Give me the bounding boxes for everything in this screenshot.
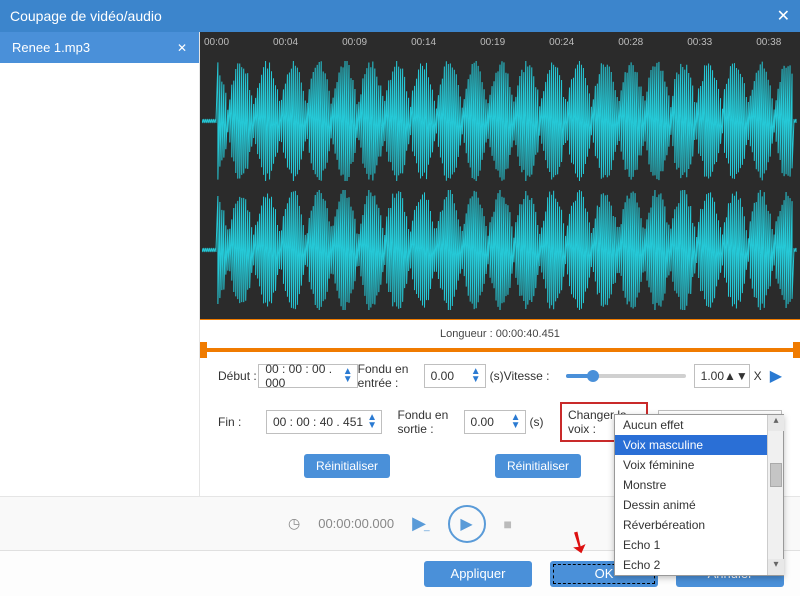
voice-option[interactable]: Echo 2 bbox=[615, 555, 783, 575]
ruler-tick: 00:19 bbox=[480, 37, 505, 48]
start-time-input[interactable]: 00 : 00 : 00 . 000 ▲▼ bbox=[258, 364, 357, 388]
end-time-input[interactable]: 00 : 00 : 40 . 451 ▲▼ bbox=[266, 410, 382, 434]
file-item[interactable]: Renee 1.mp3 ✕ bbox=[0, 32, 199, 63]
spinner-arrows-icon[interactable]: ▲▼ bbox=[511, 414, 521, 430]
voice-dropdown[interactable]: Aucun effetVoix masculineVoix féminineMo… bbox=[614, 414, 784, 576]
ruler-tick: 00:04 bbox=[273, 37, 298, 48]
ruler-tick: 00:09 bbox=[342, 37, 367, 48]
apply-button[interactable]: Appliquer bbox=[424, 561, 532, 587]
ruler-tick: 00:24 bbox=[549, 37, 574, 48]
body: Renee 1.mp3 ✕ 00:0000:0400:0900:1400:190… bbox=[0, 32, 800, 496]
timeline-ruler[interactable]: 00:00 00:04 00:09 00:14 00:19 00:24 00:28 00:33… bbox=[200, 32, 800, 52]
controls: Début : 00 : 00 : 00 . 000 ▲▼ Fondu en e… bbox=[200, 352, 800, 490]
voice-option[interactable]: Monstre bbox=[615, 475, 783, 495]
ruler-tick: 00:38 bbox=[756, 37, 781, 48]
reset-fade-button[interactable]: Réinitialiser bbox=[495, 454, 581, 478]
playhead-time: 00:00:00.000 bbox=[318, 516, 394, 531]
voice-option[interactable]: Aucun effet bbox=[615, 415, 783, 435]
fadeout-label: Fondu en sortie : bbox=[398, 408, 464, 436]
fadein-label: Fondu en entrée : bbox=[358, 362, 424, 390]
clock-icon: ◷ bbox=[288, 515, 300, 532]
file-name: Renee 1.mp3 bbox=[12, 40, 90, 55]
voice-option[interactable]: Echo 1 bbox=[615, 535, 783, 555]
waveform-bottom bbox=[202, 190, 798, 310]
scroll-down-icon[interactable]: ▾ bbox=[768, 559, 784, 575]
waveform-top bbox=[202, 61, 798, 181]
seconds-unit: (s) bbox=[490, 369, 504, 383]
voice-option[interactable]: Voix féminine bbox=[615, 455, 783, 475]
window-title: Coupage de vidéo/audio bbox=[10, 8, 162, 24]
voice-option[interactable]: Voix masculine bbox=[615, 435, 783, 455]
speed-value-input[interactable]: 1.00 ▲▼ bbox=[694, 364, 750, 388]
close-icon[interactable]: ✕ bbox=[777, 6, 790, 26]
voice-option[interactable]: Dessin animé bbox=[615, 495, 783, 515]
dropdown-scrollbar[interactable]: ▴ ▾ bbox=[767, 415, 783, 575]
ruler-tick: 00:00 bbox=[204, 37, 229, 48]
sidebar: Renee 1.mp3 ✕ bbox=[0, 32, 200, 496]
go-start-icon[interactable]: ▶_ bbox=[412, 513, 429, 534]
seconds-unit: (s) bbox=[530, 415, 544, 429]
main-panel: 00:00 00:04 00:09 00:14 00:19 00:24 00:28 00:33… bbox=[200, 32, 800, 496]
ruler-tick: 00:14 bbox=[411, 37, 436, 48]
spinner-arrows-icon[interactable]: ▲▼ bbox=[343, 368, 353, 384]
start-label: Début : bbox=[218, 369, 258, 383]
spinner-arrows-icon[interactable]: ▲▼ bbox=[367, 414, 377, 430]
scroll-thumb[interactable] bbox=[770, 463, 782, 487]
titlebar: Coupage de vidéo/audio ✕ bbox=[0, 0, 800, 32]
fadeout-input[interactable]: 0.00 ▲▼ bbox=[464, 410, 526, 434]
spinner-arrows-icon[interactable]: ▲▼ bbox=[471, 368, 481, 384]
ruler-tick: 00:28 bbox=[618, 37, 643, 48]
speed-suffix: X bbox=[754, 369, 762, 383]
reset-time-button[interactable]: Réinitialiser bbox=[304, 454, 390, 478]
voice-option[interactable]: Réverbéreation bbox=[615, 515, 783, 535]
speed-label: Vitesse : bbox=[504, 369, 558, 383]
end-label: Fin : bbox=[218, 415, 266, 429]
waveform-area[interactable] bbox=[200, 52, 800, 320]
scroll-up-icon[interactable]: ▴ bbox=[768, 415, 784, 431]
play-button[interactable]: ▶ bbox=[448, 505, 486, 543]
fadein-input[interactable]: 0.00 ▲▼ bbox=[424, 364, 486, 388]
length-label: Longueur : 00:00:40.451 bbox=[200, 320, 800, 348]
speed-slider[interactable] bbox=[566, 374, 686, 378]
play-preview-icon[interactable]: ▶ bbox=[770, 366, 782, 386]
ruler-tick: 00:33 bbox=[687, 37, 712, 48]
spinner-arrows-icon[interactable]: ▲▼ bbox=[724, 369, 748, 383]
remove-file-icon[interactable]: ✕ bbox=[177, 41, 187, 55]
stop-button[interactable]: ■ bbox=[504, 516, 512, 532]
